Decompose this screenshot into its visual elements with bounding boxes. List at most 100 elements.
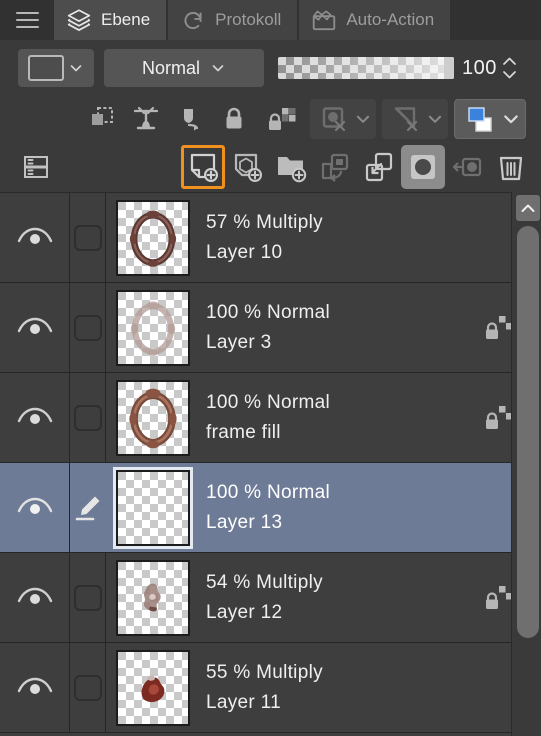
scroll-up-button[interactable] [516,195,540,221]
layer-meta: 100 % Normal Layer 13 [206,482,473,534]
layer-color-button[interactable] [459,104,501,134]
layer-edit-indicator[interactable] [70,463,106,553]
layer-visibility-toggle[interactable] [0,462,70,553]
table-row-selected[interactable]: 100 % Normal Layer 13 [0,462,541,553]
layer-edit-checkbox[interactable] [70,552,106,643]
transfer-down-icon [321,153,349,182]
delete-layer-button[interactable] [489,145,533,189]
layer-blend-info: 100 % Normal [206,301,330,323]
new-raster-layer-button[interactable] [181,145,225,189]
checkbox-icon [73,224,102,251]
layer-palette: Ebene Protokoll Auto-Action Normal 100 5… [0,0,541,736]
layer-visibility-toggle[interactable] [0,193,70,283]
layer-thumbnail[interactable] [116,199,190,276]
layer-thumbnail[interactable] [113,466,193,549]
checkbox-icon [73,584,102,611]
lock-transparent-pixels-icon [486,315,513,339]
ruler-mask-button[interactable] [386,104,426,134]
layer-name: Layer 10 [206,241,283,263]
create-layer-mask-button[interactable] [401,145,445,189]
layer-mask-icon [411,155,435,179]
new-layer-folder-button[interactable] [269,145,313,189]
new-raster-layer-icon [190,153,218,182]
ruler-mask-caret[interactable] [426,110,444,128]
blend-mode-dropdown[interactable]: Normal [104,49,264,87]
spinner-up-icon[interactable] [501,56,518,67]
layer-edit-checkbox[interactable] [70,642,106,733]
opacity-slider-handle[interactable] [444,57,454,79]
ruler-mask-icon [394,107,418,132]
layer-thumbnail[interactable] [116,379,190,456]
eye-icon [17,227,52,244]
lock-transparent-pixels-icon [486,405,513,429]
table-row[interactable]: 54 % Multiply Layer 12 [0,552,541,643]
layer-mask-enable-button[interactable] [314,104,354,134]
reference-layer-icon [133,106,159,130]
chevron-down-icon [70,65,82,72]
apply-mask-button[interactable] [445,145,489,189]
eye-icon [17,677,52,694]
new-3d-layer-button[interactable] [225,145,269,189]
table-row[interactable]: 55 % Multiply Layer 11 [0,642,541,733]
lock-transparent-pixels-icon [269,108,296,130]
layer-blend-info: 100 % Normal [206,391,330,413]
tab-ebene[interactable]: Ebene [54,0,169,40]
opacity-stepper[interactable] [501,56,518,80]
layer-list-settings-button[interactable] [14,145,58,189]
layer-blend-info: 57 % Multiply [206,211,323,233]
blend-and-opacity-row: Normal 100 [0,44,541,92]
layer-action-toolbar [0,142,541,192]
tab-auto-action[interactable]: Auto-Action [299,0,453,40]
opacity-value[interactable]: 100 [462,57,497,80]
layer-edit-checkbox[interactable] [70,193,106,283]
layer-edit-checkbox[interactable] [70,372,106,463]
layer-mask-enable-caret[interactable] [354,110,372,128]
table-row[interactable]: 100 % Normal Layer 3 [0,282,541,373]
layer-name: Layer 12 [206,601,283,623]
merge-down-icon [365,152,393,182]
opacity-slider[interactable] [278,57,454,79]
transfer-to-lower-button[interactable] [313,145,357,189]
ruler-mask-group[interactable] [382,99,448,139]
layer-visibility-toggle[interactable] [0,282,70,373]
layer-visibility-toggle[interactable] [0,642,70,733]
layer-list-scrollbar[interactable] [511,192,541,736]
table-row[interactable]: 100 % Normal frame fill [0,372,541,463]
tab-protokoll[interactable]: Protokoll [168,0,300,40]
layer-visibility-toggle[interactable] [0,372,70,463]
eye-icon [17,407,52,424]
layer-thumbnail[interactable] [116,649,190,726]
layer-name: frame fill [206,421,281,443]
layer-color-group[interactable] [454,99,526,139]
layer-color-caret[interactable] [501,109,521,129]
chevron-up-icon [521,204,535,212]
reference-layer-button[interactable] [124,104,168,134]
layer-edit-checkbox[interactable] [70,282,106,373]
history-icon [184,12,202,30]
layer-thumbnail[interactable] [116,559,190,636]
layer-name: Layer 13 [206,511,283,533]
clapboard-icon [313,10,336,31]
scrollbar-thumb[interactable] [517,226,539,638]
table-row[interactable]: 57 % Multiply Layer 10 [0,193,541,283]
clip-to-layer-below-button[interactable] [80,104,124,134]
layer-visibility-toggle[interactable] [0,552,70,643]
lock-transparent-pixels-button[interactable] [256,104,304,134]
ornate-oval-frame-solid-icon [129,388,177,448]
combine-to-lower-button[interactable] [357,145,401,189]
lock-layer-button[interactable] [212,104,256,134]
empty-transparent-icon [118,472,188,544]
layer-mask-enable-group[interactable] [310,99,376,139]
eye-icon [17,317,52,334]
hamburger-menu-icon[interactable] [0,0,54,40]
layer-mask-enable-icon [322,107,346,132]
tab-ebene-label: Ebene [101,10,151,29]
new-3d-layer-icon [234,153,262,182]
spinner-down-icon[interactable] [501,69,518,80]
layer-color-swatch-dropdown[interactable] [18,49,94,87]
layer-name: Layer 11 [206,691,281,713]
layer-list[interactable]: 57 % Multiply Layer 10 100 % Normal Laye… [0,192,541,736]
draft-layer-button[interactable] [168,104,212,134]
layer-thumbnail[interactable] [116,289,190,366]
layer-color-icon [468,107,492,132]
